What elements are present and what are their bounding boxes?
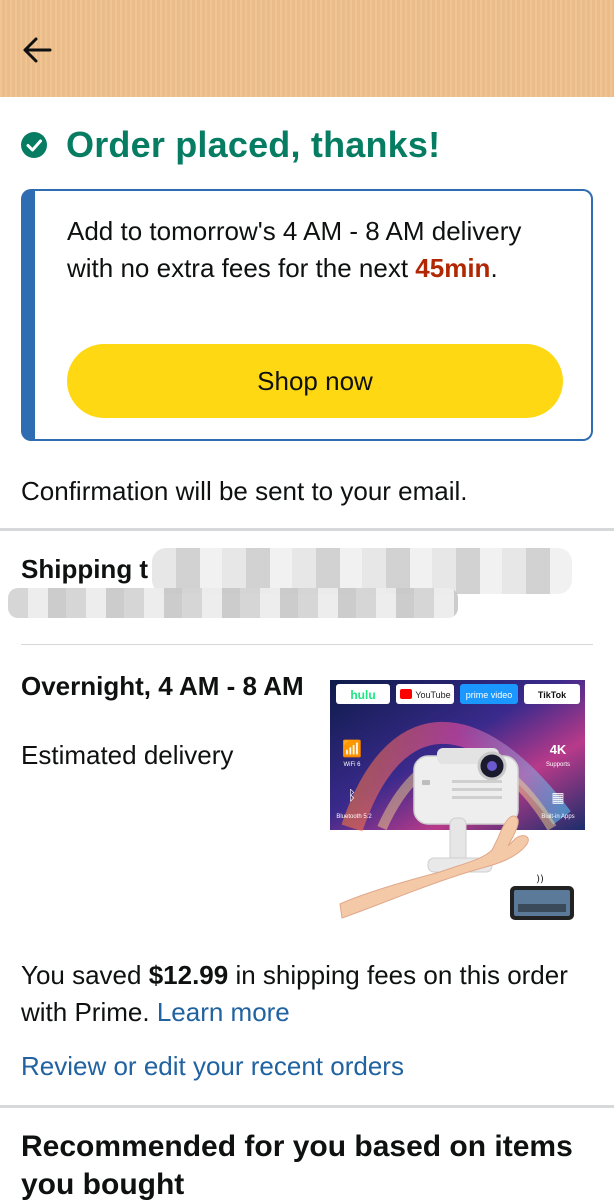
delivery-window: Overnight, 4 AM - 8 AM [21,671,304,701]
section-divider [0,528,614,531]
prime-savings-message: You saved $12.99 in shipping fees on thi… [21,957,593,1031]
learn-more-link[interactable]: Learn more [157,997,290,1027]
order-success-title: Order placed, thanks! [66,124,441,165]
confirmation-message: Confirmation will be sent to your email. [21,476,468,506]
savings-amount: $12.99 [148,960,229,990]
badge-4k: 4K [550,742,567,757]
shop-now-button[interactable]: Shop now [67,344,563,418]
top-bar [0,0,614,97]
section-divider [21,644,593,645]
order-success-header: Order placed, thanks! [20,122,440,168]
brand-youtube: YouTube [415,690,450,700]
product-image[interactable]: hulu YouTube prime video TikTok 📶 WiFi 6… [322,668,593,936]
wifi-signal-icon: )) [536,874,544,885]
bluetooth-icon: ᛒ [348,788,356,804]
brand-hulu: hulu [350,688,375,702]
promo-message: Add to tomorrow's 4 AM - 8 AM delivery w… [67,213,567,287]
shipping-label: Shipping t [21,554,149,584]
promo-time-remaining: 45min [415,253,491,283]
check-circle-icon [21,132,47,158]
delivery-estimate-label: Estimated delivery [21,740,234,770]
wifi-icon: 📶 [342,739,362,758]
review-orders-link[interactable]: Review or edit your recent orders [21,1051,404,1082]
recommended-section-title: Recommended for you based on items you b… [21,1130,573,1200]
redacted-address-overlay [8,588,458,618]
brand-tiktok: TikTok [538,690,567,700]
delivery-promo-card: Add to tomorrow's 4 AM - 8 AM delivery w… [21,189,593,441]
savings-prefix: You saved [21,960,149,990]
apps-label: Built-in Apps [541,814,574,820]
arrow-left-icon [23,37,52,63]
projector-product-illustration: hulu YouTube prime video TikTok 📶 WiFi 6… [322,668,593,936]
section-divider [0,1105,614,1108]
promo-text-after: . [490,253,498,283]
wifi-label: WiFi 6 [344,762,362,768]
apps-icon: ▦ [551,790,564,806]
brand-prime-video: prime video [466,690,513,700]
back-button[interactable] [18,30,58,70]
badge-4k-sub: Supports [546,762,570,768]
bluetooth-label: Bluetooth 5.2 [336,814,372,820]
